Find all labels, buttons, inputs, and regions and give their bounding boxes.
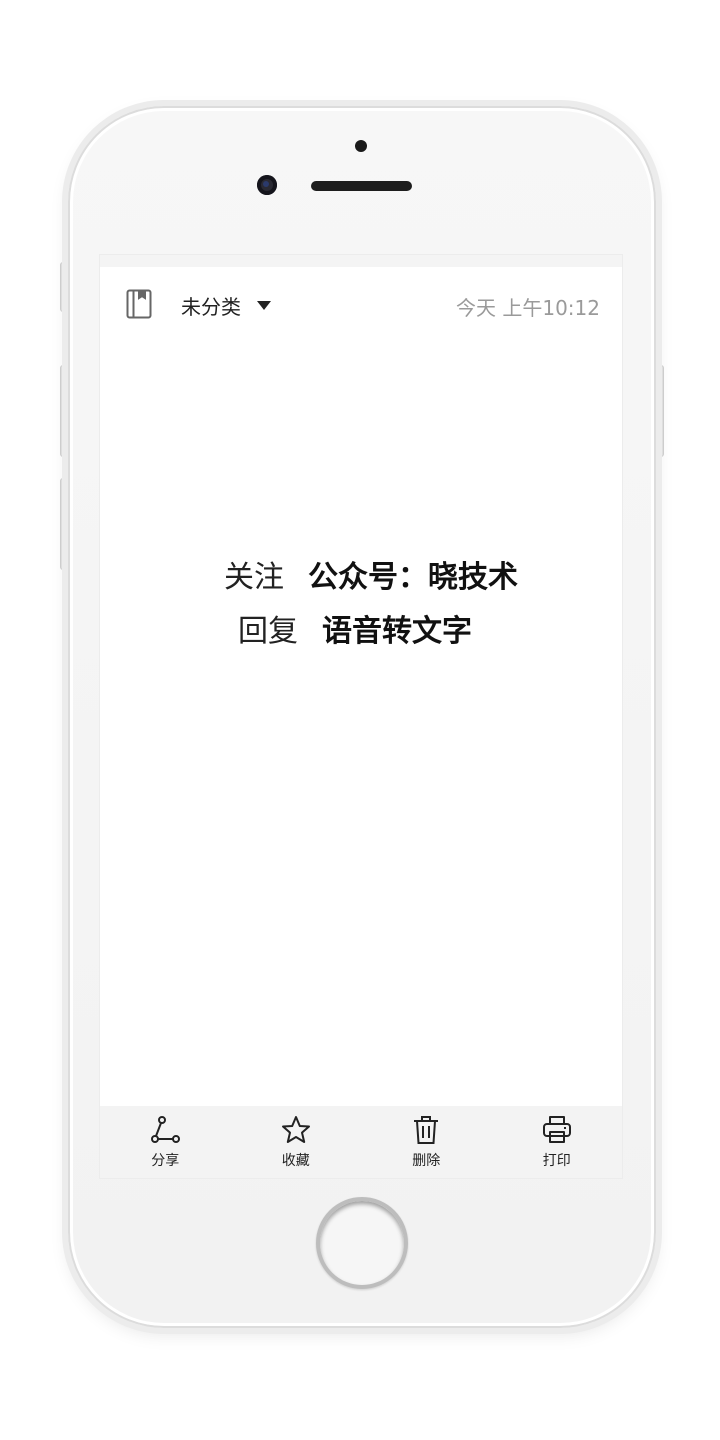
favorite-button[interactable]: 收藏: [231, 1106, 362, 1178]
note-body[interactable]: 关注 公众号：晓技术 回复 语音转文字: [100, 551, 622, 659]
delete-label: 删除: [412, 1153, 441, 1169]
bottom-toolbar: 分享 收藏 删除 打印: [100, 1106, 622, 1178]
category-dropdown[interactable]: 未分类: [181, 291, 271, 320]
note-header: 未分类 今天 上午10:12: [100, 267, 622, 339]
share-label: 分享: [151, 1153, 180, 1169]
mute-switch: [60, 262, 68, 312]
home-button[interactable]: [316, 1197, 408, 1289]
share-button[interactable]: 分享: [100, 1106, 231, 1178]
favorite-label: 收藏: [281, 1153, 310, 1169]
phone-screen: 未分类 今天 上午10:12 关注 公众号：晓技术 回复 语音转文字 分享 收藏…: [99, 254, 623, 1179]
phone-mockup: 未分类 今天 上午10:12 关注 公众号：晓技术 回复 语音转文字 分享 收藏…: [0, 0, 720, 1440]
line1-label: 关注: [224, 560, 284, 595]
print-label: 打印: [542, 1153, 571, 1169]
share-icon: [151, 1116, 181, 1143]
printer-icon: [542, 1116, 571, 1143]
proximity-sensor: [355, 140, 367, 152]
volume-up-button: [60, 365, 68, 457]
note-timestamp: 今天 上午10:12: [456, 296, 600, 320]
category-label: 未分类: [181, 295, 241, 319]
caret-down-icon: [257, 301, 271, 310]
front-camera: [257, 175, 277, 195]
volume-down-button: [60, 478, 68, 570]
power-button: [656, 365, 664, 457]
delete-button[interactable]: 删除: [361, 1106, 492, 1178]
status-strip: [100, 255, 622, 267]
print-button[interactable]: 打印: [492, 1106, 623, 1178]
line2-value: 语音转文字: [322, 614, 472, 649]
notebook-icon[interactable]: [126, 289, 152, 319]
line2-label: 回复: [238, 614, 298, 649]
earpiece-speaker: [311, 181, 412, 191]
star-icon: [281, 1116, 310, 1143]
line1-value: 公众号：晓技术: [308, 560, 518, 595]
trash-icon: [414, 1116, 439, 1144]
note-line-2: 回复 语音转文字: [100, 605, 622, 659]
note-line-1: 关注 公众号：晓技术: [120, 551, 622, 605]
